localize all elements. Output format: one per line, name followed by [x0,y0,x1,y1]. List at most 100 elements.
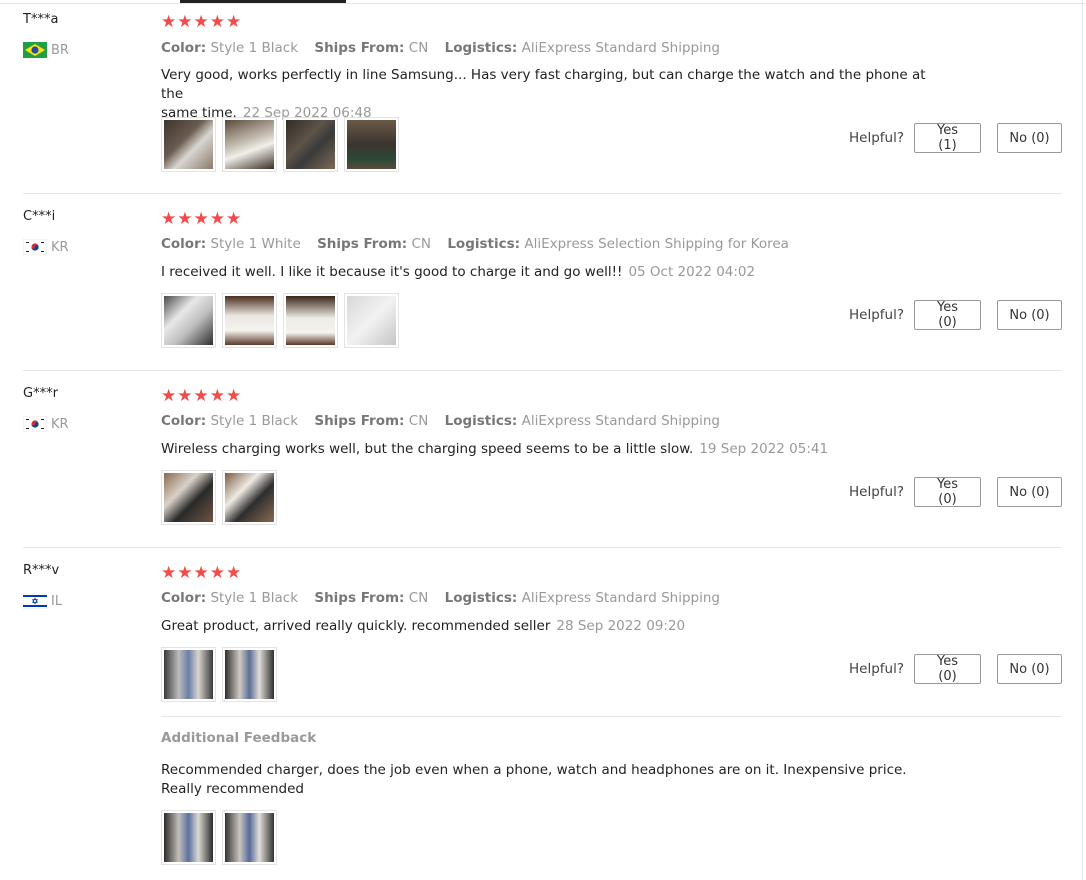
helpful-yes-button[interactable]: Yes (0) [914,654,982,684]
helpful-vote: Helpful? Yes (0) No (0) [849,477,1063,507]
logistics-value: AliExpress Standard Shipping [521,40,720,56]
additional-feedback-divider [161,716,1061,717]
review-photo-thumbnail[interactable] [344,117,399,172]
helpful-no-button[interactable]: No (0) [997,123,1063,153]
color-value: Style 1 Black [210,40,299,56]
brazil-flag-icon [23,42,47,58]
review-divider [23,547,1061,548]
color-value: Style 1 Black [210,413,299,429]
review-photo-thumbnail[interactable] [222,293,277,348]
ships-value: CN [408,40,429,56]
review-text: Wireless charging works well, but the ch… [161,440,951,459]
ships-value: CN [408,413,429,429]
review-date: 05 Oct 2022 04:02 [628,264,756,280]
reviewer-name: C***i [23,209,56,224]
review-text-line: I received it well. I like it because it… [161,264,623,280]
korea-flag-icon [23,239,47,255]
helpful-vote: Helpful? Yes (1) No (0) [849,123,1063,153]
helpful-vote: Helpful? Yes (0) No (0) [849,300,1063,330]
review-meta: Color: Style 1 White Ships From: CN Logi… [161,236,789,252]
review-photo-thumbnail[interactable] [161,470,216,525]
review-photo-thumbnail[interactable] [283,293,338,348]
rating-stars: ★★★★★ [161,12,243,32]
color-label: Color: [161,40,207,56]
helpful-label: Helpful? [849,661,905,677]
ships-value: CN [411,236,432,252]
review-photos [161,293,399,348]
review-meta: Color: Style 1 Black Ships From: CN Logi… [161,590,720,606]
reviewer-country: IL [23,593,62,609]
helpful-no-button[interactable]: No (0) [997,300,1063,330]
logistics-value: AliExpress Standard Shipping [521,413,720,429]
review-divider [23,193,1061,194]
helpful-no-button[interactable]: No (0) [997,654,1063,684]
helpful-label: Helpful? [849,307,905,323]
color-label: Color: [161,236,207,252]
active-tab-indicator [180,0,346,3]
review-text: Very good, works perfectly in line Samsu… [161,66,951,123]
review-photos [161,117,399,172]
review-photo-thumbnail[interactable] [283,117,338,172]
ships-label: Ships From: [317,236,408,252]
logistics-label: Logistics: [447,236,521,252]
review-divider [23,370,1061,371]
helpful-yes-button[interactable]: Yes (0) [914,477,982,507]
color-value: Style 1 Black [210,590,299,606]
helpful-yes-button[interactable]: Yes (0) [914,300,982,330]
review-photo-thumbnail[interactable] [222,470,277,525]
review-photo-thumbnail[interactable] [161,647,216,702]
review-meta: Color: Style 1 Black Ships From: CN Logi… [161,40,720,56]
country-code: KR [51,239,69,255]
additional-feedback-photos [161,810,277,865]
logistics-label: Logistics: [444,413,518,429]
reviewer-name: G***r [23,386,58,401]
helpful-label: Helpful? [849,130,905,146]
review-date: 28 Sep 2022 09:20 [556,618,686,634]
reviewer-name: T***a [23,12,59,27]
color-label: Color: [161,590,207,606]
helpful-label: Helpful? [849,484,905,500]
helpful-vote: Helpful? Yes (0) No (0) [849,654,1063,684]
rating-stars: ★★★★★ [161,563,243,583]
logistics-value: AliExpress Selection Shipping for Korea [524,236,789,252]
country-code: BR [51,42,69,58]
review-text-line: Wireless charging works well, but the ch… [161,441,694,457]
review-photo-thumbnail[interactable] [161,293,216,348]
review-photo-thumbnail[interactable] [344,293,399,348]
israel-flag-icon [23,593,47,609]
review-text-line: Very good, works perfectly in line Samsu… [161,67,926,102]
logistics-label: Logistics: [444,40,518,56]
review-photo-thumbnail[interactable] [161,117,216,172]
ships-label: Ships From: [314,40,405,56]
additional-feedback-title: Additional Feedback [161,730,317,746]
review-photo-thumbnail[interactable] [161,810,216,865]
rating-stars: ★★★★★ [161,386,243,406]
review-photo-thumbnail[interactable] [222,117,277,172]
reviewer-country: BR [23,42,69,58]
logistics-label: Logistics: [444,590,518,606]
review-photo-thumbnail[interactable] [222,647,277,702]
helpful-yes-button[interactable]: Yes (1) [914,123,982,153]
top-border [0,3,1086,4]
country-code: IL [51,593,63,609]
review-photos [161,470,277,525]
additional-feedback-line: Really recommended [161,781,304,797]
review-text: I received it well. I like it because it… [161,263,951,282]
ships-value: CN [408,590,429,606]
review-meta: Color: Style 1 Black Ships From: CN Logi… [161,413,720,429]
review-photos [161,647,277,702]
reviewer-country: KR [23,239,69,255]
review-text: Great product, arrived really quickly. r… [161,617,951,636]
reviews-panel: T***a BR ★★★★★ Color: Style 1 Black Ship… [0,0,1086,880]
ships-label: Ships From: [314,590,405,606]
color-label: Color: [161,413,207,429]
helpful-no-button[interactable]: No (0) [997,477,1063,507]
country-code: KR [51,416,69,432]
rating-stars: ★★★★★ [161,209,243,229]
reviewer-name: R***v [23,563,60,578]
reviewer-country: KR [23,416,69,432]
additional-feedback-line: Recommended charger, does the job even w… [161,762,907,778]
logistics-value: AliExpress Standard Shipping [521,590,720,606]
review-photo-thumbnail[interactable] [222,810,277,865]
color-value: Style 1 White [210,236,301,252]
